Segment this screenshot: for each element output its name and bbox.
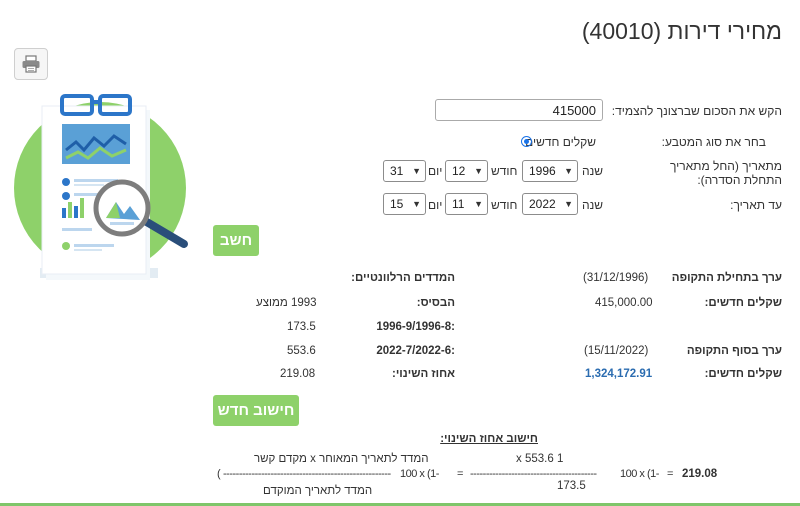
start-date: (31/12/1996) — [583, 272, 649, 284]
new-calculation-button[interactable]: חישוב חדש — [213, 395, 299, 426]
calculate-button[interactable]: חשב — [213, 225, 259, 256]
to-day-value: 15 — [390, 197, 404, 211]
amount-input[interactable] — [435, 99, 603, 121]
base-label: הבסיס: — [416, 297, 455, 309]
from-day-label: יום — [428, 164, 443, 178]
base-value: 1993 ממוצע — [256, 297, 317, 309]
to-year-label: שנה — [582, 198, 604, 212]
start-period-value: 173.5 — [287, 321, 316, 333]
start-value-label: ערך בתחילת התקופה — [671, 272, 782, 284]
formula-numerator-value: 1 x 553.6 — [516, 453, 564, 465]
from-month-select[interactable]: 12 ▼ — [445, 160, 488, 182]
chevron-down-icon: ▼ — [564, 166, 573, 176]
formula-left-tail: 100 x (1- — [400, 468, 439, 480]
start-amount: 415,000.00 — [595, 297, 653, 309]
currency-option-label: שקלים חדשים — [525, 135, 596, 149]
formula-numerator-text: המדד לתאריך המאוחר x מקדם קשר — [254, 453, 429, 465]
formula-heading: חישוב אחוז השינוי: — [440, 433, 538, 445]
to-year-select[interactable]: 2022 ▼ — [522, 193, 578, 215]
to-day-label: יום — [428, 198, 443, 212]
chevron-down-icon: ▼ — [474, 166, 483, 176]
print-button[interactable] — [14, 48, 48, 80]
from-year-label: שנה — [582, 164, 604, 178]
printer-icon — [22, 55, 40, 73]
end-period-label: 2022-7/2022-6: — [376, 345, 455, 357]
end-date: (15/11/2022) — [584, 345, 649, 357]
end-amount: 1,324,172.91 — [585, 368, 653, 380]
to-date-label: עד תאריך: — [730, 198, 782, 212]
to-month-select[interactable]: 11 ▼ — [445, 193, 488, 215]
chevron-down-icon: ▼ — [412, 199, 421, 209]
from-day-value: 31 — [390, 164, 404, 178]
change-value: 219.08 — [280, 368, 316, 380]
formula-left-dashes: ----------------------------------------… — [223, 468, 391, 480]
currency-radio[interactable] — [521, 136, 532, 147]
end-currency-label: שקלים חדשים: — [704, 368, 782, 380]
chevron-down-icon: ▼ — [412, 166, 421, 176]
report-illustration — [14, 94, 188, 280]
formula-right-dashes: ---------------------------------------- — [470, 468, 597, 480]
formula-equals-1: = — [457, 468, 463, 480]
to-month-value: 11 — [452, 197, 465, 211]
from-month-label: חודש — [491, 164, 518, 178]
formula-equals-2: = — [667, 468, 673, 480]
end-period-value: 553.6 — [287, 345, 316, 357]
start-currency-label: שקלים חדשים: — [704, 297, 782, 309]
from-month-value: 12 — [452, 164, 466, 178]
from-date-label: מתאריך (החל מתאריך התחלת הסדרה): — [669, 159, 782, 187]
to-day-select[interactable]: 15 ▼ — [383, 193, 426, 215]
from-day-select[interactable]: 31 ▼ — [383, 160, 426, 182]
formula-left-open: ( — [217, 468, 221, 480]
formula-denominator-text: המדד לתאריך המוקדם — [263, 485, 373, 497]
chevron-down-icon: ▼ — [474, 199, 483, 209]
from-year-select[interactable]: 1996 ▼ — [522, 160, 578, 182]
currency-label: בחר את סוג המטבע: — [661, 135, 766, 149]
end-value-label: ערך בסוף התקופה — [686, 345, 782, 357]
indices-label: המדדים הרלוונטיים: — [351, 272, 455, 284]
amount-label: הקש את הסכום שברצונך להצמיד: — [611, 104, 782, 118]
page-title: מחירי דירות (40010) — [581, 18, 782, 44]
change-label: אחוז השינוי: — [392, 368, 455, 380]
from-year-value: 1996 — [529, 164, 556, 178]
to-year-value: 2022 — [529, 197, 556, 211]
formula-right-tail: 100 x (1- — [620, 468, 659, 480]
formula-denominator-value: 173.5 — [557, 480, 586, 492]
chevron-down-icon: ▼ — [564, 199, 573, 209]
to-month-label: חודש — [491, 198, 518, 212]
formula-result: 219.08 — [682, 468, 718, 480]
start-period-label: 1996-9/1996-8: — [376, 321, 455, 333]
